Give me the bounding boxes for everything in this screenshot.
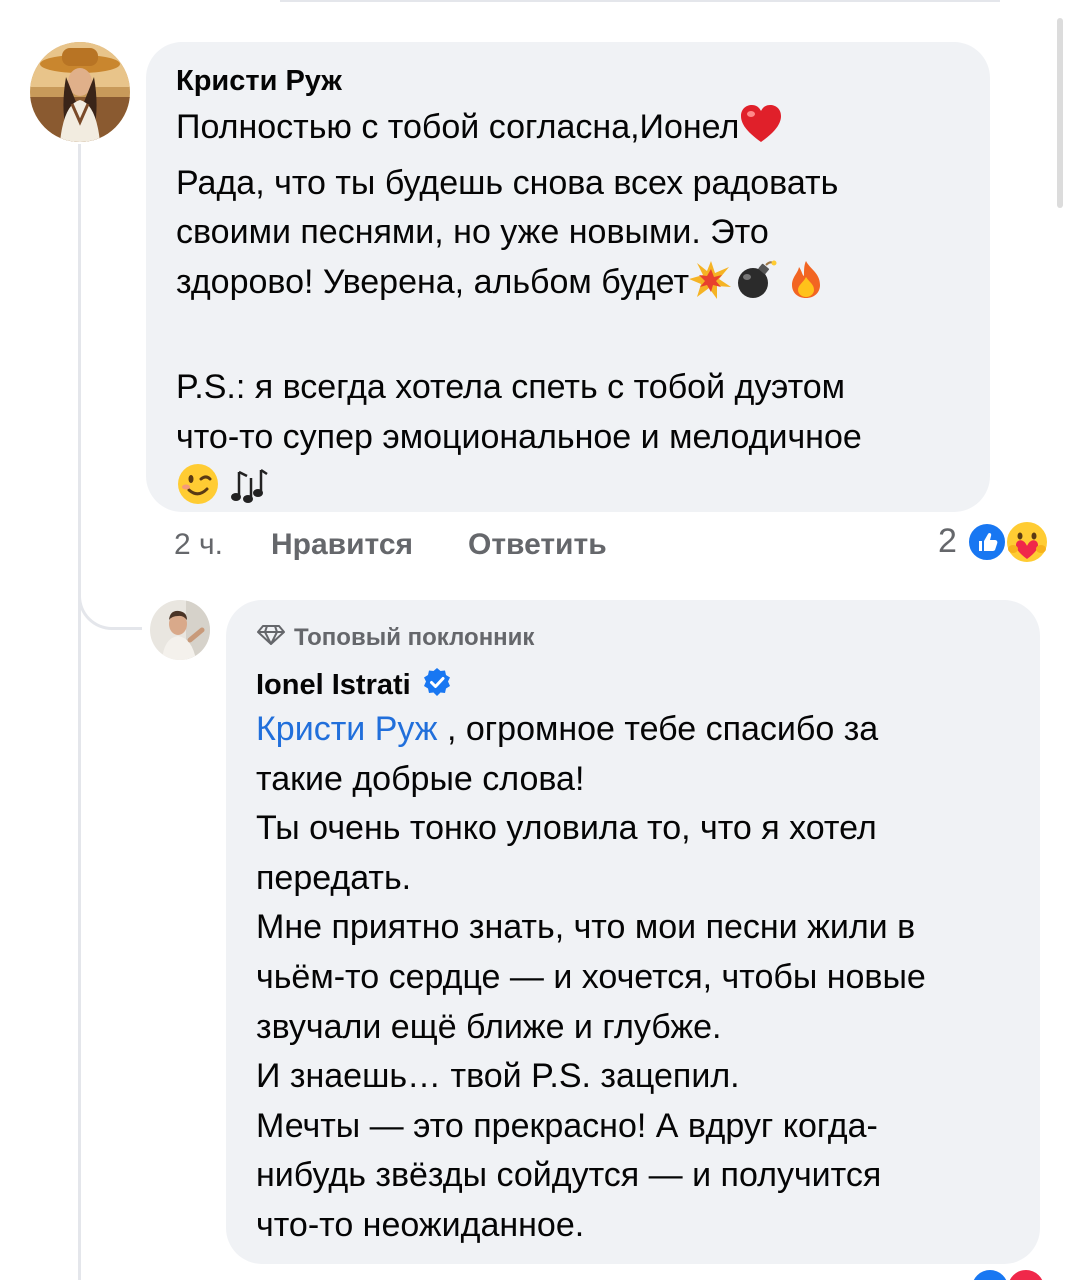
comment-author[interactable]: Ionel Istrati [256, 668, 411, 702]
comment-text: Кристи Руж , огромное тебе спасибо за та… [256, 710, 926, 1244]
top-fan-badge: Топовый поклонник [256, 618, 1010, 658]
mention-link[interactable]: Кристи Руж [256, 710, 438, 748]
previous-comment-divider [280, 0, 1000, 2]
diamond-icon [256, 624, 286, 653]
care-reaction-icon[interactable] [1004, 519, 1050, 565]
like-button[interactable]: Нравится [271, 528, 413, 562]
reaction-count[interactable]: 2 [938, 522, 957, 561]
comment-text: Полностью с тобой согласна,Ионел Рада, ч… [176, 103, 960, 521]
verified-badge-icon [421, 667, 453, 704]
bomb-emoji [733, 259, 777, 314]
like-reaction-icon[interactable] [967, 522, 1007, 562]
reaction-icons-partial[interactable] [968, 1268, 1058, 1280]
scrollbar-thumb[interactable] [1057, 18, 1063, 208]
avatar-ionel[interactable] [150, 600, 210, 660]
thread-line [78, 144, 81, 1280]
reply-button[interactable]: Ответить [468, 528, 607, 562]
thread-connector [78, 572, 142, 630]
comment-bubble-ionel: Топовый поклонник Ionel Istrati Кристи Р… [226, 600, 1040, 1264]
red-heart-emoji [739, 104, 783, 159]
musical-notes-emoji [229, 466, 269, 521]
collision-emoji [689, 259, 733, 314]
comment-bubble-kristi: Кристи Руж Полностью с тобой согласна,Ио… [146, 42, 990, 512]
avatar-kristi[interactable] [30, 42, 130, 142]
comment-time[interactable]: 2 ч. [174, 528, 223, 562]
winking-face-emoji [176, 462, 220, 521]
fire-emoji [786, 259, 826, 314]
comment-author[interactable]: Кристи Руж [176, 64, 960, 98]
